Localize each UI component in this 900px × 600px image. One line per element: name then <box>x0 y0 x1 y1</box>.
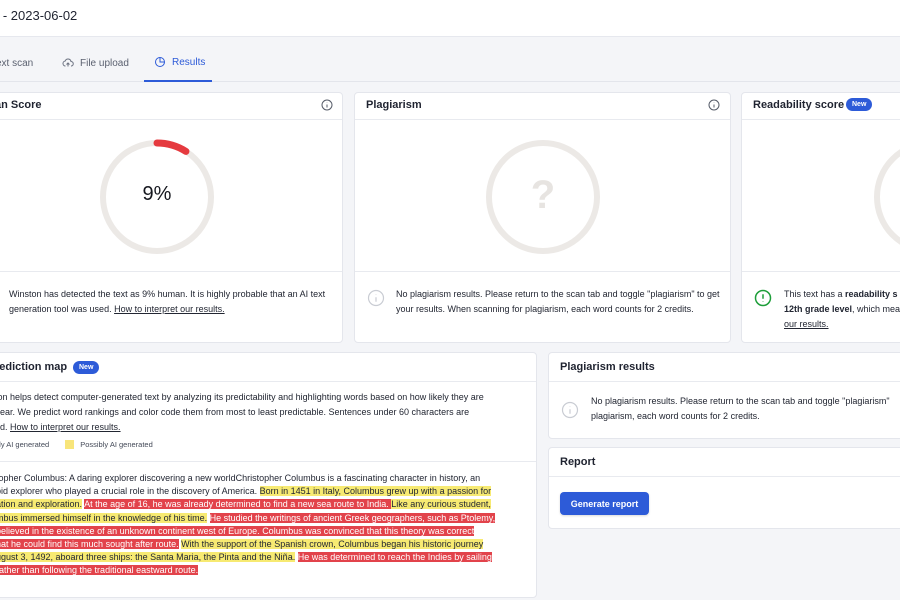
plagiarism-results-card: Plagiarism results No plagiarism results… <box>548 352 900 439</box>
new-badge: New <box>846 98 873 111</box>
possibly-ai-segment: With the support of the Spanish crown, C… <box>181 538 484 549</box>
new-badge: New <box>73 361 100 374</box>
score-gauge: 9% <box>97 137 217 257</box>
plagiarism-gauge: ? <box>483 137 603 257</box>
likely-ai-segment: Columbus was convinced that this theory … <box>262 525 475 536</box>
prediction-line: topher Columbus: A daring explorer disco… <box>0 472 530 485</box>
question-mark-icon: ? <box>530 173 556 217</box>
prediction-line: ation and exploration. At the age of 16,… <box>0 498 530 511</box>
info-icon[interactable] <box>708 99 720 111</box>
readability-description: This text has a readability s 12th grade… <box>784 289 900 329</box>
card-title: Plagiarism results <box>560 361 655 373</box>
top-bar: d - 2023-06-02 <box>0 0 900 37</box>
possibly-ai-segment: mbus immersed himself in the knowledge o… <box>0 512 208 523</box>
readability-gauge <box>871 137 900 257</box>
interpret-link[interactable]: How to interpret our results. <box>10 422 121 432</box>
likely-ai-segment: rather than following the traditional ea… <box>0 565 199 576</box>
prediction-line: mbus immersed himself in the knowledge o… <box>0 512 530 525</box>
tab-label: Results <box>172 56 206 68</box>
possibly-ai-segment: Like any curious student, <box>391 499 491 510</box>
score-description: Winston has detected the text as 9% huma… <box>9 289 326 314</box>
document-title: d - 2023-06-02 <box>0 8 78 23</box>
prediction-line: rather than following the traditional ea… <box>0 564 530 577</box>
card-title: an Score <box>0 99 42 111</box>
likely-ai-segment: He was determined to reach the Indies by… <box>297 552 492 563</box>
card-title: rediction map <box>0 361 68 373</box>
tab-label: File upload <box>80 57 129 69</box>
plagiarism-results-description: No plagiarism results. Please return to … <box>591 396 890 421</box>
report-card: Report Generate report <box>548 447 900 529</box>
readability-card: Readability score New This text has a re… <box>741 92 900 343</box>
pie-chart-icon <box>155 56 166 67</box>
tab-text-scan[interactable]: ext scan <box>0 44 33 82</box>
prediction-segment: pid explorer who played a crucial role i… <box>0 486 260 497</box>
possibly-ai-segment: ation and exploration. <box>0 499 83 510</box>
possibly-ai-segment: Born in 1451 in Italy, Columbus grew up … <box>259 486 492 497</box>
generate-report-button[interactable]: Generate report <box>560 492 649 515</box>
card-title: Readability score <box>753 99 845 111</box>
score-value: 9% <box>142 183 172 205</box>
cloud-upload-icon <box>62 58 74 67</box>
legend-possibly-ai: Possibly AI generated <box>80 440 153 449</box>
prediction-line: hat he could find this much sought after… <box>0 538 530 551</box>
likely-ai-segment: At the age of 16, he was already determi… <box>84 499 392 510</box>
possibly-ai-segment: ugust 3, 1492, aboard three ships: the S… <box>0 552 296 563</box>
interpret-link[interactable]: How to interpret our results. <box>114 304 225 314</box>
legend-likely-ai: ely AI generated <box>0 440 50 449</box>
prediction-description: ton helps detect computer-generated text… <box>0 392 484 432</box>
prediction-segment: topher Columbus: A daring explorer disco… <box>0 473 481 483</box>
prediction-line: ugust 3, 1492, aboard three ships: the S… <box>0 551 530 564</box>
legend-swatch-yellow <box>65 440 75 449</box>
prediction-line: believed in the existence of an unknown … <box>0 525 530 538</box>
prediction-line: pid explorer who played a crucial role i… <box>0 485 530 498</box>
info-circle-icon <box>367 289 385 307</box>
card-title: Plagiarism <box>366 99 422 111</box>
tab-file-upload[interactable]: File upload <box>62 44 129 82</box>
likely-ai-segment: believed in the existence of an unknown … <box>0 525 263 536</box>
prediction-text: topher Columbus: A daring explorer disco… <box>0 472 530 578</box>
card-title: Report <box>560 456 596 468</box>
tab-results[interactable]: Results <box>144 44 212 82</box>
plagiarism-card: Plagiarism ? No plagiarism results. Plea… <box>354 92 731 343</box>
likely-ai-segment: hat he could find this much sought after… <box>0 538 179 549</box>
legend: ely AI generated Possibly AI generated <box>0 440 153 449</box>
human-score-card: an Score 9% Winston has detected the tex… <box>0 92 343 343</box>
interpret-link[interactable]: our results. <box>784 319 829 329</box>
info-icon[interactable] <box>321 99 333 111</box>
tab-bar: ext scan File upload Results <box>0 44 900 82</box>
check-circle-icon <box>754 289 772 307</box>
plagiarism-description: No plagiarism results. Please return to … <box>396 289 720 314</box>
likely-ai-segment: He studied the writings of ancient Greek… <box>209 512 496 523</box>
info-circle-icon <box>561 401 579 419</box>
tab-label: ext scan <box>0 57 34 69</box>
